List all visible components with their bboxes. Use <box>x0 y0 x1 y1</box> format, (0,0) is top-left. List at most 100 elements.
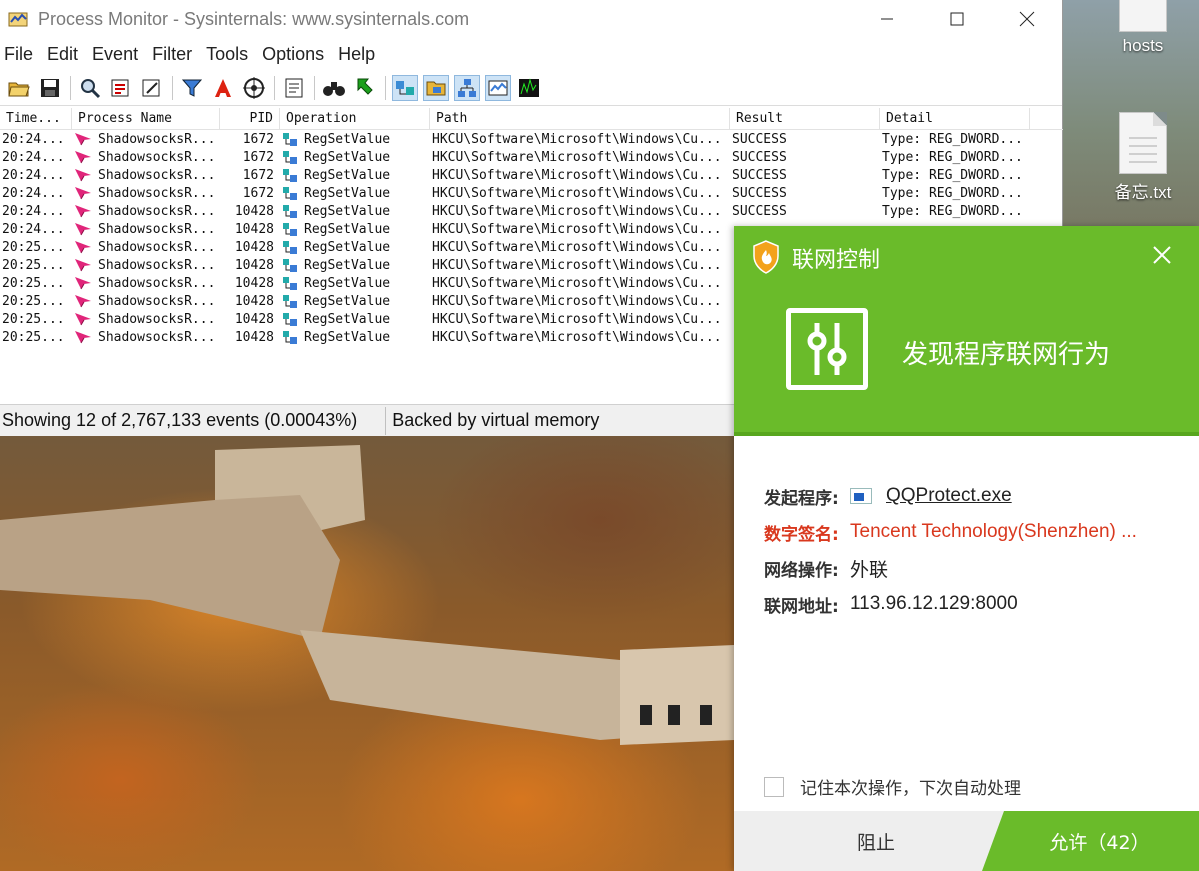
menu-file[interactable]: File <box>4 44 33 65</box>
minimize-button[interactable] <box>852 0 922 38</box>
registry-icon <box>283 330 297 344</box>
cell-operation: RegSetValue <box>280 258 430 273</box>
registry-icon <box>283 186 297 200</box>
cell-path: HKCU\Software\Microsoft\Windows\Cu... <box>432 149 722 165</box>
close-icon[interactable] <box>1151 244 1173 266</box>
column-time[interactable]: Time... <box>0 108 72 130</box>
event-properties-button[interactable] <box>281 75 307 101</box>
toolbar-separator <box>274 75 275 100</box>
remember-label: 记住本次操作，下次自动处理 <box>800 779 1021 799</box>
cell-time: 20:25... <box>2 329 65 345</box>
autoscroll-button[interactable] <box>108 75 134 101</box>
find-text-button[interactable] <box>321 75 347 101</box>
desktop-icon-label: hosts <box>1122 36 1164 55</box>
clear-button[interactable] <box>139 75 165 101</box>
cell-result: SUCCESS <box>732 131 787 147</box>
cell-time: 20:24... <box>2 167 65 183</box>
desktop-icon-memo[interactable]: 备忘.txt <box>1103 112 1183 203</box>
cell-process-name: ShadowsocksR... <box>72 276 220 291</box>
detail-value: 外联 <box>850 559 889 581</box>
cell-pid: 1672 <box>242 149 274 165</box>
cell-time: 20:25... <box>2 275 65 291</box>
process-name-text: ShadowsocksR... <box>98 221 216 237</box>
highlight-button[interactable] <box>210 75 236 101</box>
network-icon <box>458 78 476 97</box>
menu-edit[interactable]: Edit <box>47 44 78 65</box>
cell-process-name: ShadowsocksR... <box>72 150 220 165</box>
maximize-button[interactable] <box>922 0 992 38</box>
column-process-name[interactable]: Process Name <box>72 108 220 130</box>
column-result[interactable]: Result <box>730 108 880 130</box>
cell-time: 20:24... <box>2 185 65 201</box>
menu-help[interactable]: Help <box>338 44 375 65</box>
shadowsocks-app-icon <box>75 169 91 182</box>
cell-result: SUCCESS <box>732 185 787 201</box>
shadowsocks-app-icon <box>75 187 91 200</box>
cell-process-name: ShadowsocksR... <box>72 258 220 273</box>
detail-label: 发起程序: <box>764 488 839 509</box>
close-icon <box>1019 11 1035 27</box>
table-row[interactable]: 20:24... ShadowsocksR... 1672 RegSetValue HK… <box>0 148 1063 166</box>
cell-pid: 10428 <box>234 203 274 219</box>
table-row[interactable]: 20:24... ShadowsocksR... 1672 RegSetValue HK… <box>0 166 1063 184</box>
allow-button[interactable]: 允许（42） <box>982 811 1199 871</box>
table-row[interactable]: 20:24... ShadowsocksR... 10428 RegSetValue H… <box>0 202 1063 220</box>
registry-icon <box>283 312 297 326</box>
popup-title: 联网控制 <box>792 248 881 273</box>
menu-tools[interactable]: Tools <box>206 44 248 65</box>
cell-time: 20:25... <box>2 239 65 255</box>
cell-time: 20:25... <box>2 311 65 327</box>
operation-text: RegSetValue <box>304 239 391 255</box>
include-process-button[interactable] <box>241 75 267 101</box>
toolbar-separator <box>70 75 71 100</box>
save-button[interactable] <box>37 75 63 101</box>
open-button[interactable] <box>6 75 32 101</box>
operation-text: RegSetValue <box>304 221 391 237</box>
cell-result: SUCCESS <box>732 203 787 219</box>
show-process-button[interactable] <box>485 74 511 101</box>
block-button[interactable]: 阻止 <box>734 811 1004 871</box>
program-link[interactable]: QQProtect.exe <box>886 485 1012 507</box>
maximize-icon <box>950 12 964 26</box>
show-filesystem-button[interactable] <box>423 74 449 101</box>
cell-path: HKCU\Software\Microsoft\Windows\Cu... <box>432 257 722 273</box>
shadowsocks-app-icon <box>75 133 91 146</box>
menu-options[interactable]: Options <box>262 44 324 65</box>
jump-to-button[interactable] <box>352 75 378 101</box>
show-registry-button[interactable] <box>392 74 418 101</box>
menu-filter[interactable]: Filter <box>152 44 192 65</box>
operation-text: RegSetValue <box>304 293 391 309</box>
title-bar[interactable]: Process Monitor - Sysinternals: www.sysi… <box>0 0 1062 38</box>
operation-text: RegSetValue <box>304 185 391 201</box>
show-network-button[interactable] <box>454 74 480 101</box>
cell-pid: 1672 <box>242 131 274 147</box>
cell-time: 20:25... <box>2 257 65 273</box>
shadowsocks-app-icon <box>75 241 91 254</box>
toolbar-separator <box>314 75 315 100</box>
filter-button[interactable] <box>179 75 205 101</box>
cell-process-name: ShadowsocksR... <box>72 222 220 237</box>
cell-time: 20:24... <box>2 131 65 147</box>
cell-time: 20:24... <box>2 221 65 237</box>
registry-icon <box>396 80 414 95</box>
column-path[interactable]: Path <box>430 108 730 130</box>
event-count-status: Showing 12 of 2,767,133 events (0.00043%… <box>2 410 358 430</box>
menu-event[interactable]: Event <box>92 44 138 65</box>
close-button[interactable] <box>992 0 1062 38</box>
desktop-icon-hosts[interactable]: hosts <box>1103 0 1183 56</box>
column-detail[interactable]: Detail <box>880 108 1030 130</box>
table-row[interactable]: 20:24... ShadowsocksR... 1672 RegSetValue HK… <box>0 184 1063 202</box>
remember-checkbox[interactable] <box>764 776 784 797</box>
cell-process-name: ShadowsocksR... <box>72 240 220 255</box>
remember-choice[interactable]: 记住本次操作，下次自动处理 <box>764 774 1021 799</box>
detail-address: 联网地址: 113.96.12.129:8000 <box>764 586 1137 622</box>
cell-time: 20:24... <box>2 149 65 165</box>
table-row[interactable]: 20:24... ShadowsocksR... 1672 RegSetValue HK… <box>0 130 1063 148</box>
show-profiling-button[interactable] <box>516 75 542 101</box>
open-folder-icon <box>8 82 30 96</box>
cell-operation: RegSetValue <box>280 330 430 345</box>
cell-pid: 1672 <box>242 185 274 201</box>
column-operation[interactable]: Operation <box>280 108 430 130</box>
column-pid[interactable]: PID <box>220 108 280 130</box>
find-button[interactable] <box>77 75 103 101</box>
